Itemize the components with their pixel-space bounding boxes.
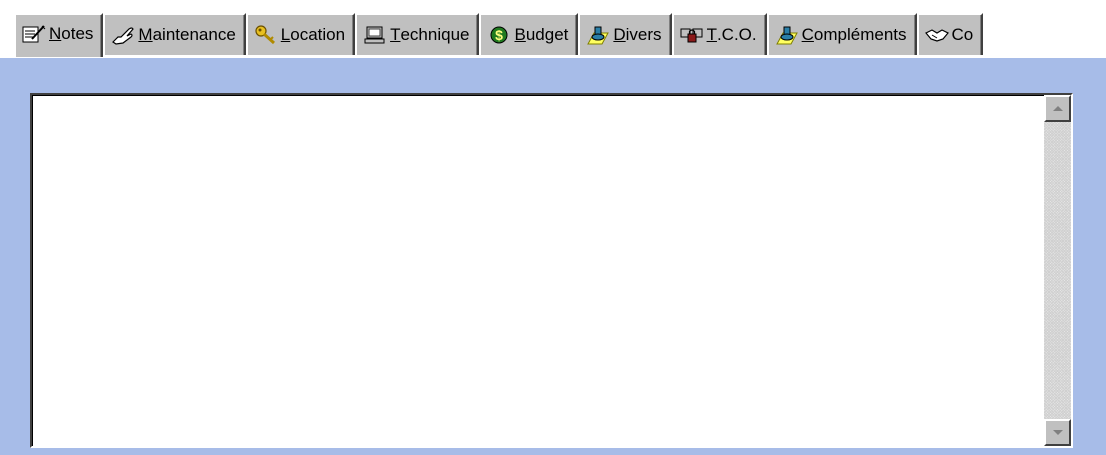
- arrow-up-icon: [1052, 106, 1063, 111]
- tab-contrats-label: Co: [951, 25, 974, 44]
- tab-strip: Notes Maintenance L ocation T echnique $…: [0, 0, 1106, 58]
- tab-tco-mnemonic: T: [706, 25, 717, 44]
- stamp-icon: [775, 24, 799, 46]
- notes-input[interactable]: [34, 97, 1041, 446]
- tab-location-mnemonic: L: [280, 25, 291, 44]
- notepad-pencil-icon: [22, 23, 46, 45]
- tab-divers[interactable]: Divers: [578, 13, 672, 55]
- tab-location-label: ocation: [290, 25, 346, 44]
- tab-maintenance[interactable]: Maintenance: [103, 13, 246, 55]
- tab-list: Notes Maintenance L ocation T echnique $…: [14, 11, 984, 57]
- tab-technique-label: echnique: [400, 25, 470, 44]
- key-icon: [254, 24, 278, 46]
- tab-complements-label: ompléments: [813, 25, 907, 44]
- tab-contrats[interactable]: Co: [916, 13, 984, 55]
- computer-icon: [363, 24, 387, 46]
- tab-notes-label: otes: [61, 24, 94, 43]
- scroll-down-button[interactable]: [1044, 419, 1071, 446]
- tab-maintenance-label: aintenance: [152, 25, 236, 44]
- vertical-scrollbar[interactable]: [1044, 95, 1071, 446]
- tab-technique-mnemonic: T: [390, 25, 401, 44]
- tab-divers-mnemonic: D: [613, 25, 626, 44]
- handshake-icon: [924, 24, 949, 46]
- locked-computers-icon: [680, 24, 704, 46]
- notes-textbox: [30, 93, 1073, 448]
- tab-divers-label: ivers: [625, 25, 662, 44]
- tab-technique[interactable]: Technique: [355, 13, 480, 55]
- tab-budget-mnemonic: B: [514, 25, 526, 44]
- tab-tco[interactable]: T .C.O.: [671, 13, 767, 55]
- arrow-down-icon: [1052, 430, 1063, 435]
- scroll-up-button[interactable]: [1044, 95, 1071, 122]
- tab-location[interactable]: Location: [245, 13, 356, 55]
- stamp-icon: [586, 24, 610, 46]
- tab-budget[interactable]: $ Budget: [479, 13, 579, 55]
- tab-complements-mnemonic: C: [801, 25, 814, 44]
- tab-complements[interactable]: Compléments: [766, 13, 917, 55]
- hand-icon: [111, 24, 135, 46]
- tab-notes-mnemonic: N: [49, 24, 62, 43]
- svg-text:$: $: [496, 27, 504, 43]
- tab-notes[interactable]: Notes: [14, 13, 104, 57]
- tab-panel: [0, 56, 1106, 455]
- tab-maintenance-mnemonic: M: [138, 25, 153, 44]
- window: Notes Maintenance L ocation T echnique $…: [0, 0, 1106, 455]
- tab-tco-label: .C.O.: [716, 25, 757, 44]
- dollar-icon: $: [487, 24, 511, 46]
- tab-budget-label: udget: [525, 25, 569, 44]
